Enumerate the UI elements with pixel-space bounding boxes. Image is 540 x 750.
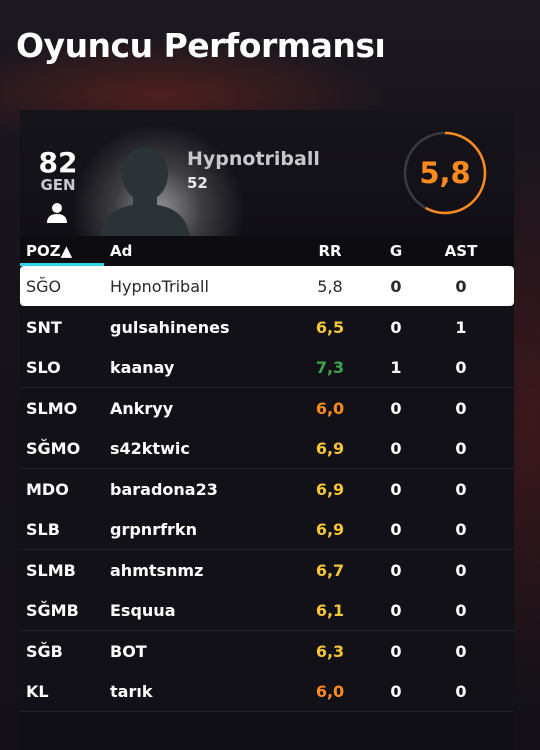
row-goals: 1 [390, 358, 402, 377]
row-rating: 6,9 [315, 439, 345, 458]
row-player-name: HypnoTriball [110, 277, 209, 296]
row-goals: 0 [390, 277, 402, 296]
header-goals[interactable]: G [371, 242, 421, 260]
row-position: SLMO [26, 398, 78, 418]
table-row[interactable]: SĞMO s42ktwic 6,9 0 0 [20, 428, 514, 469]
player-number: 52 [187, 174, 208, 192]
table-row[interactable]: SLB grpnrfrkn 6,9 0 0 [20, 509, 514, 550]
row-player-name: BOT [110, 641, 147, 661]
row-goals: 0 [390, 317, 402, 337]
row-rating: 6,9 [315, 520, 345, 539]
row-goals: 0 [390, 398, 402, 418]
row-assists: 0 [455, 601, 467, 620]
row-goals: 0 [390, 682, 402, 701]
table-row[interactable]: MDO baradona23 6,9 0 0 [20, 468, 514, 510]
row-rating: 7,3 [315, 358, 345, 377]
row-rating: 6,5 [315, 317, 345, 337]
overall-rating: 82 GEN [38, 146, 78, 194]
row-assists: 0 [455, 277, 467, 296]
row-assists: 0 [455, 560, 467, 580]
row-position: KL [26, 682, 49, 701]
row-assists: 0 [455, 682, 467, 701]
table-header: POZ▲ Ad RR G AST [20, 236, 514, 266]
row-player-name: baradona23 [110, 479, 218, 499]
table-row[interactable]: SĞB BOT 6,3 0 0 [20, 630, 514, 672]
row-position: SĞB [26, 641, 63, 661]
row-assists: 0 [455, 398, 467, 418]
row-assists: 0 [455, 479, 467, 499]
row-rating: 6,3 [315, 641, 345, 661]
row-position: SĞMO [26, 439, 81, 458]
table-row[interactable]: SĞMB Esquua 6,1 0 0 [20, 590, 514, 631]
row-assists: 1 [455, 317, 467, 337]
row-player-name: Esquua [110, 601, 176, 620]
row-position: SĞMB [26, 601, 79, 620]
header-name[interactable]: Ad [110, 242, 132, 260]
row-assists: 0 [455, 641, 467, 661]
row-position: SĞO [26, 277, 62, 296]
player-silhouette-icon [100, 147, 190, 236]
person-icon [47, 203, 67, 223]
row-goals: 0 [390, 641, 402, 661]
row-player-name: tarık [110, 682, 153, 701]
row-goals: 0 [390, 560, 402, 580]
row-rating: 6,7 [315, 560, 345, 580]
table-row[interactable]: SLO kaanay 7,3 1 0 [20, 347, 514, 388]
row-player-name: kaanay [110, 358, 175, 377]
table-row[interactable]: SNT gulsahinenes 6,5 0 1 [20, 306, 514, 348]
row-assists: 0 [455, 358, 467, 377]
row-rating: 6,9 [315, 479, 345, 499]
row-rating: 6,0 [315, 682, 345, 701]
row-goals: 0 [390, 479, 402, 499]
row-position: MDO [26, 479, 69, 499]
table-row[interactable]: SLMO Ankryy 6,0 0 0 [20, 387, 514, 429]
header-position[interactable]: POZ▲ [26, 242, 72, 260]
table-row[interactable]: KL tarık 6,0 0 0 [20, 671, 514, 712]
performance-panel: 82 GEN Hypnotriball 52 5,8 POZ▲ Ad RR G … [20, 110, 514, 750]
table-row[interactable]: SLMB ahmtsnmz 6,7 0 0 [20, 549, 514, 591]
row-goals: 0 [390, 601, 402, 620]
row-rating: 5,8 [317, 277, 343, 296]
player-hero: 82 GEN Hypnotriball 52 5,8 [20, 110, 514, 236]
row-assists: 0 [455, 439, 467, 458]
header-rating[interactable]: RR [305, 242, 355, 260]
match-rating: 5,8 [419, 156, 471, 190]
row-player-name: s42ktwic [110, 439, 190, 458]
overall-value: 82 [38, 146, 78, 179]
row-rating: 6,1 [315, 601, 345, 620]
header-assists[interactable]: AST [436, 242, 486, 260]
row-goals: 0 [390, 439, 402, 458]
row-position: SLMB [26, 560, 76, 580]
page-title: Oyuncu Performansı [16, 26, 386, 65]
row-goals: 0 [390, 520, 402, 539]
player-name: Hypnotriball [187, 148, 320, 170]
row-player-name: gulsahinenes [110, 317, 230, 337]
row-position: SLO [26, 358, 61, 377]
row-player-name: Ankryy [110, 398, 174, 418]
row-assists: 0 [455, 520, 467, 539]
row-rating: 6,0 [315, 398, 345, 418]
row-player-name: ahmtsnmz [110, 560, 204, 580]
table-row[interactable]: SĞO HypnoTriball 5,8 0 0 [20, 266, 514, 306]
overall-label: GEN [40, 176, 76, 194]
row-player-name: grpnrfrkn [110, 520, 197, 539]
row-position: SLB [26, 520, 60, 539]
row-position: SNT [26, 317, 62, 337]
